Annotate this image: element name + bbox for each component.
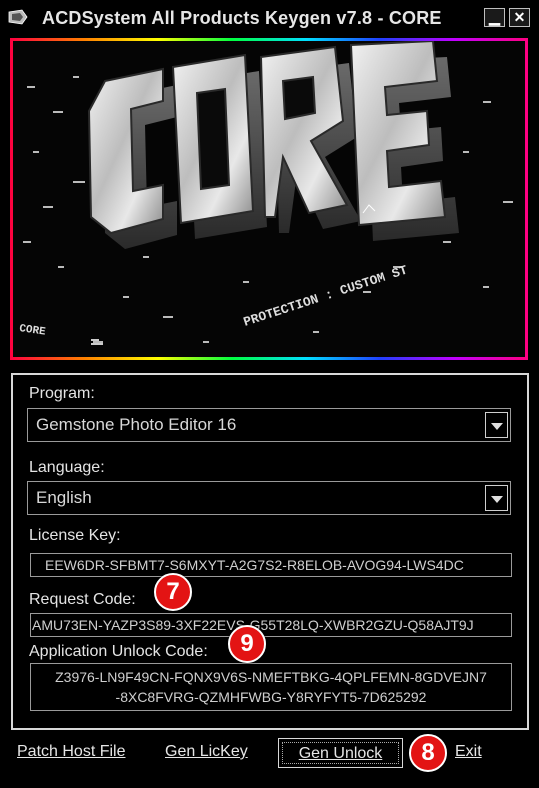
patch-host-file-button[interactable]: Patch Host File (17, 743, 125, 761)
license-key-field[interactable]: EEW6DR-SFBMT7-S6MXYT-A2G7S2-R8ELOB-AVOG9… (30, 553, 512, 577)
window-title: ACDSystem All Products Keygen v7.8 - COR… (42, 8, 442, 28)
program-select[interactable]: Gemstone Photo Editor 16 (27, 408, 511, 442)
chevron-down-icon (491, 496, 503, 503)
license-key-value: EEW6DR-SFBMT7-S6MXYT-A2G7S2-R8ELOB-AVOG9… (45, 557, 464, 573)
unlock-code-field[interactable]: Z3976-LN9F49CN-FQNX9V6S-NMEFTBKG-4QPLFEM… (30, 663, 512, 711)
language-label: Language: (29, 459, 105, 476)
close-button[interactable]: ✕ (509, 8, 530, 27)
banner-frame: PROTECTION : CUSTOM ST CORE (10, 38, 528, 360)
banner-art: PROTECTION : CUSTOM ST CORE (13, 41, 525, 357)
unlock-code-line-1: Z3976-LN9F49CN-FQNX9V6S-NMEFTBKG-4QPLFEM… (55, 669, 487, 685)
language-dropdown-button[interactable] (485, 485, 508, 511)
program-select-value: Gemstone Photo Editor 16 (36, 415, 237, 434)
minimize-icon: ▁ (489, 9, 500, 25)
chevron-down-icon (491, 423, 503, 430)
title-bar[interactable]: ACDSystem All Products Keygen v7.8 - COR… (0, 0, 539, 36)
gen-unlock-button[interactable]: Gen Unlock (278, 738, 403, 768)
language-select-value: English (36, 488, 92, 507)
request-code-value: AMU73EN-YAZP3S89-3XF22EVS-G55T28LQ-XWBR2… (31, 614, 511, 635)
gen-lickey-button[interactable]: Gen LicKey (165, 743, 248, 761)
core-logo-graphic: PROTECTION : CUSTOM ST CORE (18, 41, 513, 345)
program-label: Program: (29, 385, 95, 402)
minimize-button[interactable]: ▁ (484, 8, 505, 27)
unlock-code-line-2: -8XC8FVRG-QZMHFWBG-Y8RYFYT5-7D625292 (115, 689, 427, 705)
program-dropdown-button[interactable] (485, 412, 508, 438)
step-badge-8: 8 (409, 734, 447, 772)
step-badge-9: 9 (228, 625, 266, 663)
unlock-code-label: Application Unlock Code: (29, 643, 208, 660)
request-code-field[interactable]: AMU73EN-YAZP3S89-3XF22EVS-G55T28LQ-XWBR2… (30, 613, 512, 637)
step-badge-7: 7 (154, 573, 192, 611)
license-key-label: License Key: (29, 527, 121, 544)
close-icon: ✕ (513, 9, 526, 25)
scroller-text: PROTECTION : CUSTOM ST (242, 262, 410, 329)
language-select[interactable]: English (27, 481, 511, 515)
keygen-app-icon (8, 9, 28, 25)
corner-text: CORE (18, 323, 46, 339)
request-code-label: Request Code: (29, 591, 136, 608)
gen-unlock-label: Gen Unlock (282, 742, 399, 764)
exit-button[interactable]: Exit (455, 743, 482, 761)
